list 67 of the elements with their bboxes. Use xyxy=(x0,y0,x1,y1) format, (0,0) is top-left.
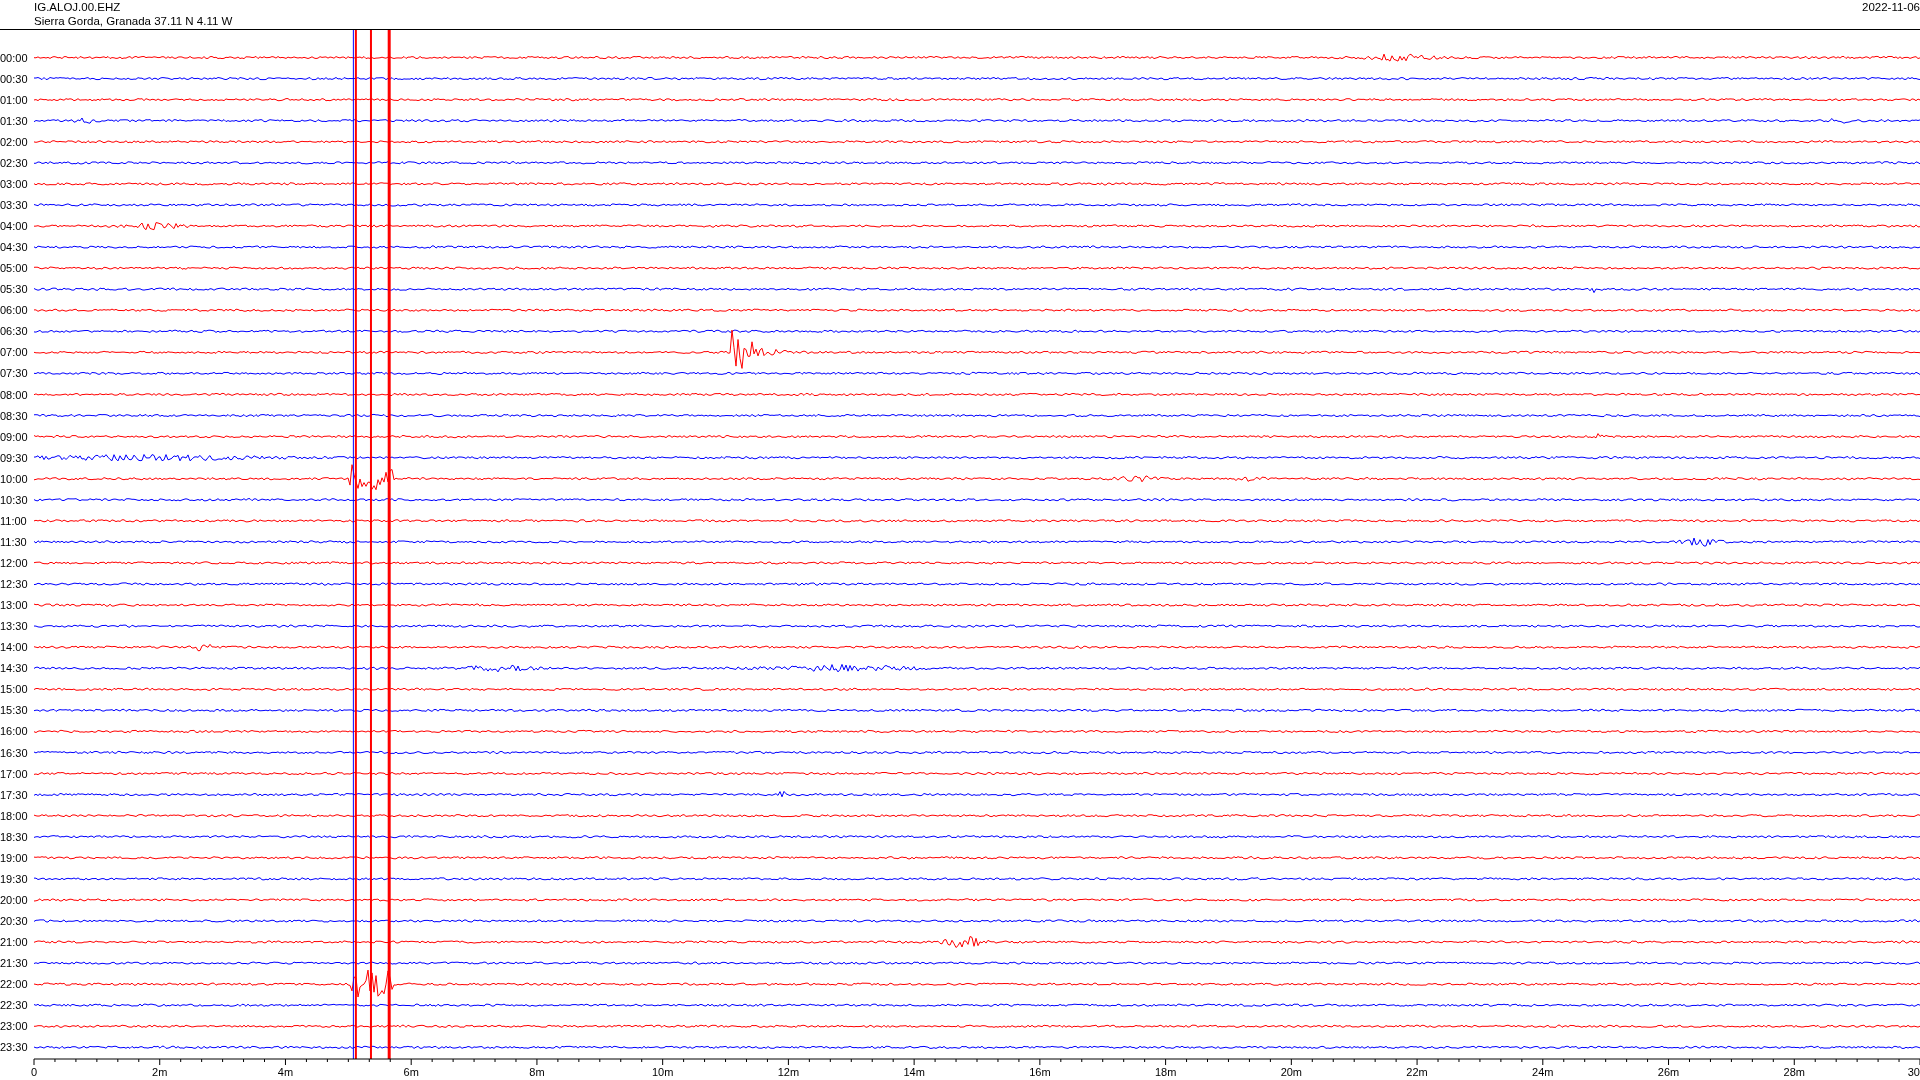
time-label: 15:30 xyxy=(0,704,28,717)
time-label: 05:00 xyxy=(0,262,28,275)
tick-label: 16m xyxy=(1029,1066,1051,1078)
time-label: 17:30 xyxy=(0,788,28,801)
time-label: 20:00 xyxy=(0,893,28,906)
time-label: 17:00 xyxy=(0,767,28,780)
time-label: 03:30 xyxy=(0,198,28,211)
time-label: 16:00 xyxy=(0,725,28,738)
time-label: 10:00 xyxy=(0,472,28,485)
time-label: 06:00 xyxy=(0,304,28,317)
time-label: 07:30 xyxy=(0,367,28,380)
tick-label: 10m xyxy=(651,1066,674,1078)
time-label: 20:30 xyxy=(0,915,28,927)
tick-label: 4m xyxy=(277,1066,294,1078)
tick-label: 8m xyxy=(529,1066,545,1078)
time-label: 07:00 xyxy=(0,346,28,359)
tick-label: 12m xyxy=(777,1066,800,1078)
tick-label: 26m xyxy=(1657,1066,1680,1078)
time-label: 04:30 xyxy=(0,241,28,253)
time-label: 02:00 xyxy=(0,135,28,148)
tick-label: 30 xyxy=(1907,1066,1920,1078)
time-label: 08:30 xyxy=(0,409,28,422)
tick-label: 22m xyxy=(1406,1066,1428,1078)
time-label: 05:30 xyxy=(0,283,28,296)
time-label: 19:30 xyxy=(0,872,28,885)
time-label: 01:00 xyxy=(0,93,28,106)
time-label: 00:30 xyxy=(0,72,28,85)
time-label: 03:00 xyxy=(0,177,28,190)
tick-label: 6m xyxy=(403,1066,419,1078)
tick-label: 0 xyxy=(31,1066,38,1078)
time-label: 21:30 xyxy=(0,957,28,970)
time-label: 22:30 xyxy=(0,999,28,1012)
time-label: 08:00 xyxy=(0,388,28,401)
time-label: 21:00 xyxy=(0,936,28,948)
tick-label: 18m xyxy=(1154,1066,1177,1078)
time-label: 22:00 xyxy=(0,978,28,991)
date-label: 2022-11-06 xyxy=(1862,1,1920,13)
time-label: 11:30 xyxy=(0,535,27,548)
time-label: 13:30 xyxy=(0,620,28,633)
time-label: 18:30 xyxy=(0,830,28,843)
time-label: 09:00 xyxy=(0,430,28,443)
time-label: 18:00 xyxy=(0,809,28,822)
time-label: 19:00 xyxy=(0,851,28,864)
tick-label: 2m xyxy=(152,1066,168,1078)
time-label: 23:00 xyxy=(0,1020,28,1033)
time-label: 16:30 xyxy=(0,746,28,759)
time-label: 10:30 xyxy=(0,493,28,506)
time-label: 14:30 xyxy=(0,662,28,675)
time-label: 13:00 xyxy=(0,599,28,612)
time-label: 14:00 xyxy=(0,641,28,654)
time-label: 11:00 xyxy=(0,514,27,527)
tick-label: 28m xyxy=(1783,1066,1805,1078)
time-label: 02:30 xyxy=(0,156,28,169)
time-label: 23:30 xyxy=(0,1041,28,1054)
time-label: 01:30 xyxy=(0,114,28,127)
time-label: 12:30 xyxy=(0,578,28,590)
tick-label: 24m xyxy=(1532,1066,1554,1078)
time-label: 00:00 xyxy=(0,51,28,64)
time-label: 06:30 xyxy=(0,325,28,338)
station-location: Sierra Gorda, Granada 37.11 N 4.11 W xyxy=(34,14,233,28)
tick-label: 14m xyxy=(903,1066,925,1078)
time-label: 04:00 xyxy=(0,220,28,232)
time-label: 09:30 xyxy=(0,451,28,464)
station-code: IG.ALOJ.00.EHZ xyxy=(34,0,122,14)
tick-label: 20m xyxy=(1280,1066,1303,1078)
time-label: 15:00 xyxy=(0,683,28,696)
time-label: 12:00 xyxy=(0,556,28,569)
